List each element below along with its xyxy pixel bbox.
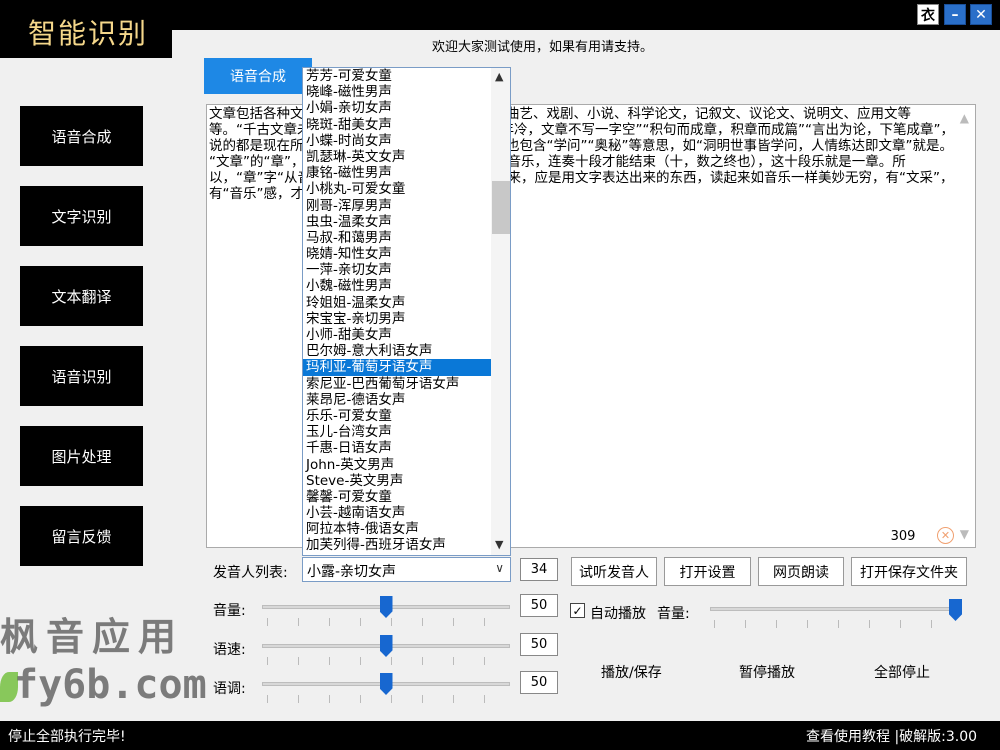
pitch-label: 语调: xyxy=(213,681,246,697)
list-scroll-down-icon[interactable]: ▼ xyxy=(495,538,503,551)
clear-icon[interactable]: ✕ xyxy=(937,527,954,544)
play-volume-label: 音量: xyxy=(657,606,690,622)
volume-value[interactable]: 50 xyxy=(520,594,558,617)
help-link[interactable]: 查看使用教程 |破解版:3.00 xyxy=(806,726,977,746)
char-count: 309 xyxy=(890,529,916,544)
voice-list-item[interactable]: 虫虫-温柔女声 xyxy=(303,214,493,230)
voice-list-item[interactable]: 宋宝宝-亲切男声 xyxy=(303,311,493,327)
voice-list-item[interactable]: 小娟-亲切女声 xyxy=(303,100,493,116)
voice-list-item[interactable]: 晓峰-磁性男声 xyxy=(303,84,493,100)
volume-ticks xyxy=(267,618,507,626)
voice-list-item[interactable]: 晓斑-甜美女声 xyxy=(303,117,493,133)
voice-list-item[interactable]: 玉儿-台湾女声 xyxy=(303,424,493,440)
voice-list-item[interactable]: 凯瑟琳-英文女声 xyxy=(303,149,493,165)
voice-list-item[interactable]: Steve-英文男声 xyxy=(303,473,493,489)
open-settings-button[interactable]: 打开设置 xyxy=(664,557,751,586)
play-volume-slider-track[interactable] xyxy=(710,607,962,611)
watermark-brand: 枫音应用 xyxy=(0,615,185,659)
voice-list-item[interactable]: 馨馨-可爱女童 xyxy=(303,489,493,505)
status-bar: 停止全部执行完毕! 查看使用教程 |破解版:3.00 xyxy=(0,721,1000,750)
voice-list-item[interactable]: 加芙列得-西班牙语女声 xyxy=(303,537,493,553)
voice-list-item[interactable]: John-英文男声 xyxy=(303,457,493,473)
sidebar-item-asr[interactable]: 语音识别 xyxy=(20,346,143,406)
checkmark-icon: ✓ xyxy=(572,603,583,618)
voice-list-item[interactable]: 玛利亚-葡萄牙语女声 xyxy=(303,359,493,376)
speed-value[interactable]: 50 xyxy=(520,633,558,656)
voice-list-item[interactable]: 玲姐姐-温柔女声 xyxy=(303,295,493,311)
voice-list-item[interactable]: 莱昂尼-德语女声 xyxy=(303,392,493,408)
sidebar-item-ocr[interactable]: 文字识别 xyxy=(20,186,143,246)
voice-list-item[interactable]: 小魏-磁性男声 xyxy=(303,278,493,294)
minimize-button[interactable]: – xyxy=(944,4,966,25)
close-button[interactable]: ✕ xyxy=(970,4,992,25)
speed-slider-thumb[interactable] xyxy=(379,635,393,657)
voice-list-item[interactable]: 一萍-亲切女声 xyxy=(303,262,493,278)
pitch-value[interactable]: 50 xyxy=(520,671,558,694)
speaker-count[interactable]: 34 xyxy=(520,558,558,581)
speaker-select[interactable]: 小露-亲切女声 ∨ xyxy=(302,557,511,582)
voice-list-item[interactable]: 晓婧-知性女声 xyxy=(303,246,493,262)
play-volume-ticks xyxy=(714,620,962,628)
auto-play-checkbox[interactable]: ✓ xyxy=(570,603,585,618)
voice-list-item[interactable]: 小蝶-时尚女声 xyxy=(303,133,493,149)
voice-list-item[interactable]: 巴尔姆-意大利语女声 xyxy=(303,343,493,359)
chevron-down-icon[interactable]: ∨ xyxy=(495,561,504,575)
voice-list-item[interactable]: 阿拉本特-俄语女声 xyxy=(303,521,493,537)
pause-button[interactable]: 暂停播放 xyxy=(739,662,795,682)
sidebar-item-image[interactable]: 图片处理 xyxy=(20,426,143,486)
welcome-text: 欢迎大家测试使用，如果有用请支持。 xyxy=(432,40,654,55)
skin-button[interactable]: 衣 xyxy=(917,4,939,25)
web-read-button[interactable]: 网页朗读 xyxy=(758,557,844,586)
status-message: 停止全部执行完毕! xyxy=(8,729,126,745)
sidebar-item-translate[interactable]: 文本翻译 xyxy=(20,266,143,326)
volume-label: 音量: xyxy=(213,603,246,619)
open-folder-button[interactable]: 打开保存文件夹 xyxy=(851,557,967,586)
voice-list-item[interactable]: 索尼亚-巴西葡萄牙语女声 xyxy=(303,376,493,392)
tab-tts[interactable]: 语音合成 xyxy=(204,58,312,94)
voice-list-items: 芳芳-可爱女童 晓峰-磁性男声 小娟-亲切女声 晓斑-甜美女声 小蝶-时尚女声 凯瑟琳-英… xyxy=(303,68,493,554)
voice-list-item[interactable]: 康铭-磁性男声 xyxy=(303,165,493,181)
list-scroll-up-icon[interactable]: ▲ xyxy=(495,70,503,83)
watermark-url: fy6b.com xyxy=(14,662,207,708)
volume-slider-thumb[interactable] xyxy=(379,596,393,618)
speaker-list-label: 发音人列表: xyxy=(213,565,288,581)
voice-dropdown-list[interactable]: 芳芳-可爱女童 晓峰-磁性男声 小娟-亲切女声 晓斑-甜美女声 小蝶-时尚女声 凯瑟琳-英… xyxy=(302,67,511,556)
voice-list-item[interactable]: 小芸-越南语女声 xyxy=(303,505,493,521)
preview-speaker-button[interactable]: 试听发音人 xyxy=(571,557,657,586)
list-scroll-thumb[interactable] xyxy=(492,181,510,234)
voice-list-item[interactable]: 马叔-和蔼男声 xyxy=(303,230,493,246)
speaker-selected-value: 小露-亲切女声 xyxy=(307,564,397,580)
editor-scroll-up-icon[interactable]: ▲ xyxy=(960,111,969,125)
voice-list-item[interactable]: 乐乐-可爱女童 xyxy=(303,408,493,424)
sidebar-item-feedback[interactable]: 留言反馈 xyxy=(20,506,143,566)
auto-play-label[interactable]: 自动播放 xyxy=(590,603,646,623)
sidebar-item-tts[interactable]: 语音合成 xyxy=(20,106,143,166)
stop-all-button[interactable]: 全部停止 xyxy=(874,662,930,682)
app-title: 智能识别 xyxy=(28,17,149,50)
voice-list-item[interactable]: 千惠-日语女声 xyxy=(303,440,493,456)
speed-label: 语速: xyxy=(213,642,246,658)
play-save-button[interactable]: 播放/保存 xyxy=(601,662,662,682)
voice-list-item[interactable]: 小桃丸-可爱女童 xyxy=(303,181,493,197)
play-volume-slider-thumb[interactable] xyxy=(949,599,962,621)
list-scrollbar[interactable]: ▲ ▼ xyxy=(491,68,510,555)
pitch-ticks xyxy=(267,695,507,703)
speed-ticks xyxy=(267,657,507,665)
editor-scroll-down-icon[interactable]: ▼ xyxy=(960,527,969,541)
voice-list-item[interactable]: 芳芳-可爱女童 xyxy=(303,68,493,84)
voice-list-item[interactable]: 刚哥-浑厚男声 xyxy=(303,198,493,214)
pitch-slider-thumb[interactable] xyxy=(379,673,393,695)
voice-list-item[interactable]: 小师-甜美女声 xyxy=(303,327,493,343)
